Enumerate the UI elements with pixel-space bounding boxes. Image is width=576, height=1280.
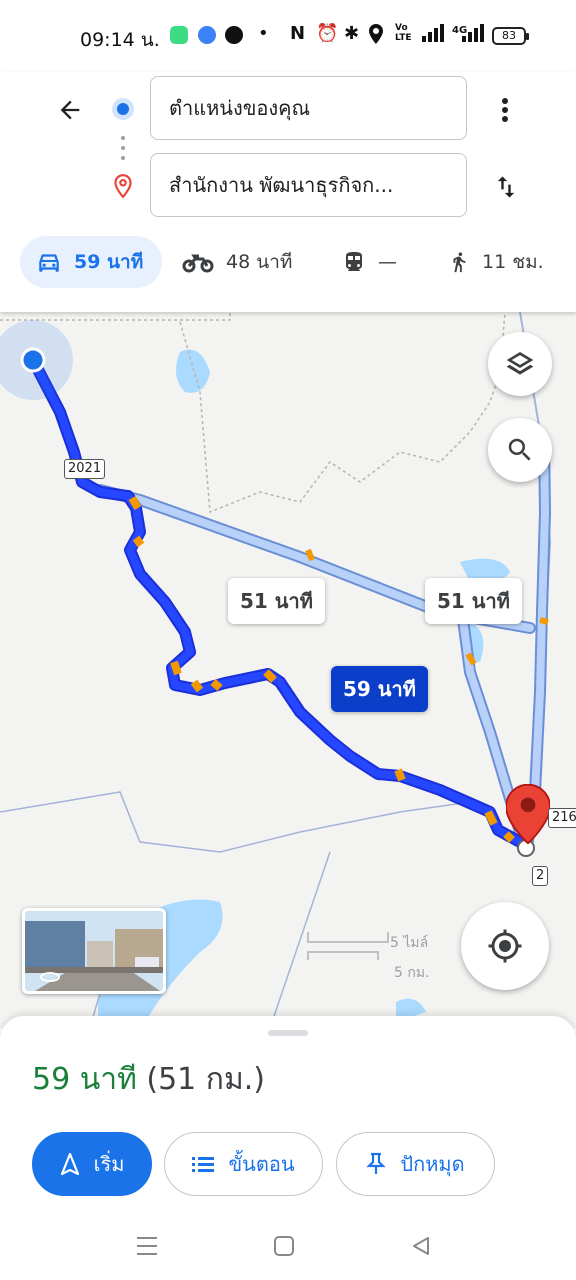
destination-marker-icon — [506, 784, 550, 844]
search-icon — [508, 438, 531, 461]
pin-icon — [366, 1152, 387, 1174]
arrow-back-icon — [60, 100, 80, 120]
back-nav-icon[interactable] — [410, 1235, 432, 1257]
mode-motorcycle-label: 48 นาที — [226, 251, 293, 273]
recents-icon[interactable] — [135, 1234, 159, 1258]
drag-handle[interactable] — [268, 1030, 308, 1036]
back-button[interactable] — [50, 90, 90, 130]
mode-walking[interactable]: 11 ชม. — [448, 236, 544, 288]
rotate-360-icon — [40, 972, 60, 982]
notification-messenger-icon — [198, 26, 216, 44]
road-shield: 2021 — [64, 459, 106, 479]
steps-button[interactable]: ขั้นตอน — [164, 1132, 323, 1196]
google-maps-directions-screen: 09:14 น. • N ⏰ ✱ Vo LTE 4G 83 ตำแหน่งของ… — [0, 0, 576, 1280]
origin-field[interactable]: ตำแหน่งของคุณ — [150, 76, 467, 140]
scale-km: 5 กม. — [394, 965, 430, 981]
scale-miles: 5 ไมล์ — [390, 935, 429, 951]
my-location-icon — [488, 929, 522, 963]
swap-button[interactable] — [488, 167, 524, 207]
swap-vert-icon — [497, 176, 515, 198]
steps-label: ขั้นตอน — [228, 1152, 295, 1176]
destination-pin-icon — [110, 172, 136, 204]
mode-motorcycle[interactable]: 48 นาที — [182, 236, 292, 288]
start-label: เริ่ม — [93, 1152, 125, 1176]
signal-2-icon — [462, 24, 486, 47]
nfc-icon: N — [290, 23, 306, 44]
alarm-icon: ⏰ — [316, 23, 339, 44]
walk-icon — [453, 252, 466, 273]
road-shield: 216 — [548, 808, 576, 828]
mode-driving[interactable]: 59 นาที — [20, 236, 162, 288]
selected-route-label[interactable]: 59 นาที — [331, 666, 428, 712]
battery-indicator: 83 — [492, 27, 529, 45]
map-view[interactable]: 2021 2 216 5 ไมล์ 5 กม. 51 นาที 51 นาที … — [0, 312, 576, 1028]
search-along-route-button[interactable] — [488, 418, 552, 482]
more-vert-icon — [502, 98, 508, 122]
mode-transit[interactable]: — — [342, 236, 397, 288]
motorcycle-icon — [182, 254, 214, 273]
layers-icon — [506, 352, 534, 375]
status-time: 09:14 น. — [80, 29, 160, 51]
mode-driving-label: 59 นาที — [74, 251, 144, 273]
mode-transit-label: — — [378, 251, 397, 273]
pin-label: ปักหมุด — [400, 1152, 465, 1176]
signal-1-icon — [422, 24, 446, 47]
route-duration: 59 นาที — [32, 1062, 137, 1097]
directions-header: ตำแหน่งของคุณ สำนักงาน พัฒนาธุรกิจก... 5… — [0, 72, 576, 312]
car-icon — [39, 254, 59, 272]
alt-route-label[interactable]: 51 นาที — [228, 578, 325, 624]
bluetooth-icon: ✱ — [344, 23, 360, 44]
more-notifications-icon: • — [258, 23, 269, 44]
transit-icon — [346, 252, 362, 271]
system-navigation-bar — [0, 1216, 576, 1280]
pin-button[interactable]: ปักหมุด — [336, 1132, 495, 1196]
navigation-arrow-icon — [60, 1153, 79, 1175]
travel-modes: 59 นาที 48 นาที — 11 ชม. — [0, 236, 576, 292]
street-view-thumbnail[interactable] — [22, 908, 166, 994]
route-distance: (51 กม.) — [146, 1062, 265, 1097]
origin-dot-icon — [112, 98, 134, 120]
notification-app-icon — [170, 26, 188, 44]
status-bar: 09:14 น. • N ⏰ ✱ Vo LTE 4G 83 — [0, 0, 576, 72]
route-summary: 59 นาที (51 กม.) — [32, 1056, 265, 1103]
alt-route-label[interactable]: 51 นาที — [425, 578, 522, 624]
start-navigation-button[interactable]: เริ่ม — [32, 1132, 152, 1196]
route-summary-sheet: 59 นาที (51 กม.) เริ่ม ขั้นตอน ปักหมุด — [0, 1016, 576, 1280]
mode-walking-label: 11 ชม. — [482, 251, 544, 273]
my-location-button[interactable] — [461, 902, 549, 990]
list-icon — [192, 1157, 215, 1172]
layers-button[interactable] — [488, 332, 552, 396]
volte-icon: Vo LTE — [395, 23, 412, 43]
line-app-icon — [225, 26, 243, 44]
home-icon[interactable] — [273, 1235, 295, 1257]
road-shield: 2 — [532, 866, 549, 886]
destination-field[interactable]: สำนักงาน พัฒนาธุรกิจก... — [150, 153, 467, 217]
location-icon — [368, 24, 384, 49]
more-options-button[interactable] — [490, 90, 520, 130]
